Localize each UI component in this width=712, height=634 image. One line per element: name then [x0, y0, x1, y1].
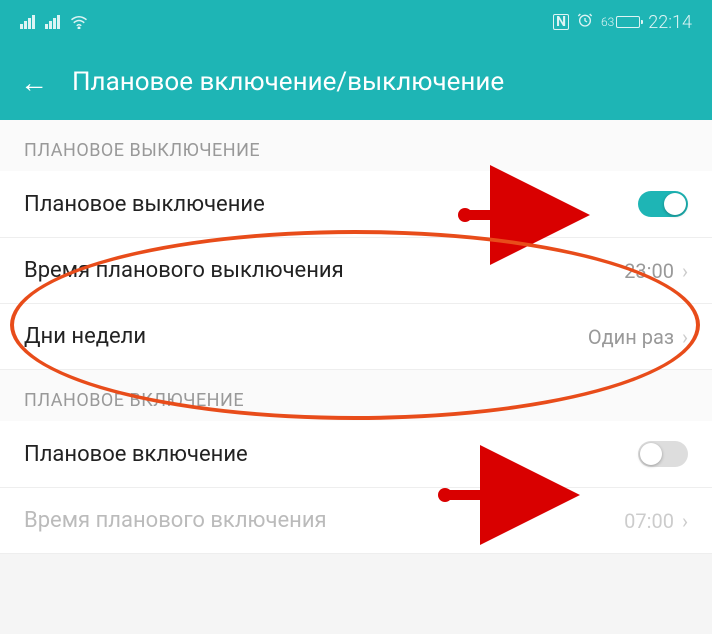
toggle-row-scheduled-off[interactable]: Плановое выключение — [0, 171, 712, 238]
toggle-row-scheduled-on[interactable]: Плановое включение — [0, 421, 712, 488]
row-off-days[interactable]: Дни недели Один раз › — [0, 304, 712, 370]
app-header: ← Плановое включение/выключение — [0, 44, 712, 120]
page-title: Плановое включение/выключение — [72, 67, 504, 97]
on-time-label: Время планового включения — [24, 508, 327, 533]
status-bar: N 63 22:14 — [0, 0, 712, 44]
signal-icon-1 — [20, 15, 35, 29]
row-off-time[interactable]: Время планового выключения 23:00 › — [0, 238, 712, 304]
chevron-right-icon: › — [682, 509, 688, 533]
off-days-value: Один раз — [588, 325, 674, 349]
chevron-right-icon: › — [682, 325, 688, 349]
battery-icon: 63 — [601, 15, 640, 29]
status-time: 22:14 — [648, 12, 692, 33]
section-header-on: ПЛАНОВОЕ ВКЛЮЧЕНИЕ — [0, 370, 712, 421]
on-time-value: 07:00 — [624, 509, 674, 533]
alarm-icon — [577, 12, 593, 32]
off-time-label: Время планового выключения — [24, 258, 344, 283]
off-time-value: 23:00 — [624, 259, 674, 283]
off-days-label: Дни недели — [24, 324, 146, 349]
toggle-label-off: Плановое выключение — [24, 192, 265, 217]
wifi-icon — [70, 15, 88, 29]
nfc-icon: N — [553, 14, 569, 30]
toggle-scheduled-on[interactable] — [638, 441, 688, 467]
toggle-label-on: Плановое включение — [24, 442, 248, 467]
toggle-scheduled-off[interactable] — [638, 191, 688, 217]
signal-icon-2 — [45, 15, 60, 29]
section-header-off: ПЛАНОВОЕ ВЫКЛЮЧЕНИЕ — [0, 120, 712, 171]
back-button[interactable]: ← — [20, 66, 48, 99]
battery-percent: 63 — [601, 15, 614, 29]
chevron-right-icon: › — [682, 259, 688, 283]
row-on-time: Время планового включения 07:00 › — [0, 488, 712, 554]
